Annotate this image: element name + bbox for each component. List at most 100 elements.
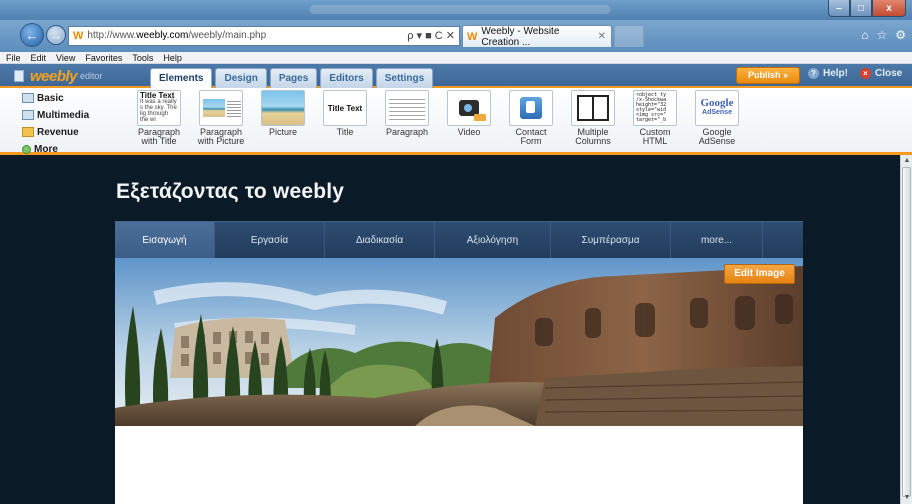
element-multiple-columns[interactable]: Multiple Columns: [562, 90, 624, 146]
tab-close-icon[interactable]: ✕: [598, 31, 606, 42]
scroll-down-icon[interactable]: ▼: [903, 494, 911, 502]
window-title-blurred: [310, 5, 610, 14]
weebly-editor-bar: weebly editor Elements Design Pages Edit…: [0, 64, 912, 89]
menu-edit[interactable]: Edit: [31, 53, 47, 63]
columns-icon: [577, 95, 609, 121]
element-picture[interactable]: Picture: [252, 90, 314, 146]
google-adsense-thumb: Google AdSense: [695, 90, 739, 126]
scroll-up-icon[interactable]: ▲: [903, 157, 911, 165]
thumb-body-text: It was a really s the sky. The lig throu…: [140, 99, 177, 123]
element-contact-form[interactable]: Contact Form: [500, 90, 562, 146]
element-label: Multiple Columns: [575, 127, 611, 146]
tab-title: Weebly - Website Creation ...: [481, 25, 560, 48]
help-button[interactable]: ? Help!: [808, 68, 848, 79]
more-icon: [22, 144, 31, 154]
close-icon: ×: [860, 68, 871, 79]
tab-elements[interactable]: Elements: [150, 68, 213, 89]
menu-favorites[interactable]: Favorites: [85, 53, 122, 63]
category-basic[interactable]: Basic: [22, 91, 89, 105]
logo-suffix: editor: [80, 71, 103, 81]
favorites-star-icon[interactable]: ☆: [876, 28, 887, 42]
window-controls: – □ x: [828, 0, 906, 17]
custom-html-thumb: <object ty /x-Shockwa height="32 style="…: [633, 90, 677, 126]
elements-palette: Basic Multimedia Revenue More Title Text…: [0, 88, 912, 155]
nav-item-procedure[interactable]: Διαδικασία: [325, 222, 435, 258]
settings-gear-icon[interactable]: ⚙: [895, 28, 906, 42]
element-label: Paragraph: [385, 127, 429, 137]
element-label: Contact Form: [515, 127, 547, 146]
address-bar[interactable]: W http://www.weebly.com/weebly/main.php …: [68, 26, 460, 46]
picture-thumb: [261, 90, 305, 126]
category-multimedia[interactable]: Multimedia: [22, 108, 89, 122]
nav-item-more[interactable]: more...: [671, 222, 763, 258]
element-paragraph-with-title[interactable]: Title Text It was a really s the sky. The…: [128, 90, 190, 146]
nav-item-conclusion[interactable]: Συμπέρασμα: [551, 222, 671, 258]
help-label: Help!: [823, 68, 848, 79]
picture-icon: [203, 99, 225, 117]
arrow-left-icon: ←: [25, 27, 39, 43]
edit-image-button[interactable]: Edit Image: [724, 264, 795, 284]
html-code-icon: <object ty /x-Shockwa height="32 style="…: [636, 92, 667, 123]
element-label: Custom HTML: [639, 127, 671, 146]
multiple-columns-thumb: [571, 90, 615, 126]
google-adsense-icon: Google AdSense: [700, 97, 734, 117]
tab-editors[interactable]: Editors: [320, 68, 373, 88]
close-editor-button[interactable]: × Close: [860, 68, 902, 79]
close-window-button[interactable]: x: [872, 0, 906, 17]
vertical-scrollbar[interactable]: ▲ ▼: [900, 155, 912, 504]
element-custom-html[interactable]: <object ty /x-Shockwa height="32 style="…: [624, 90, 686, 146]
editor-tabs: Elements Design Pages Editors Settings: [150, 68, 434, 89]
element-label: Title: [336, 127, 354, 137]
tab-settings[interactable]: Settings: [375, 68, 434, 88]
home-icon[interactable]: ⌂: [861, 28, 868, 42]
revenue-icon: [22, 127, 34, 137]
title-thumb: Title Text: [323, 90, 367, 126]
site-title[interactable]: Εξετάζοντας το weebly: [116, 180, 344, 204]
browser-right-icons: ⌂ ☆ ⚙: [861, 28, 906, 42]
element-items: Title Text It was a really s the sky. The…: [128, 90, 748, 146]
browser-tab-weebly[interactable]: W Weebly - Website Creation ... ✕: [462, 25, 612, 48]
weebly-logo: weebly editor: [14, 67, 103, 85]
menu-file[interactable]: File: [6, 53, 21, 63]
maximize-button[interactable]: □: [850, 0, 872, 17]
site-navigation: Εισαγωγή Εργασία Διαδικασία Αξιολόγηση Σ…: [115, 221, 803, 264]
logo-brand: weebly: [30, 67, 78, 85]
tab-favicon-icon: W: [467, 30, 478, 43]
nav-item-work[interactable]: Εργασία: [215, 222, 325, 258]
nav-item-intro[interactable]: Εισαγωγή: [115, 222, 215, 264]
forward-button[interactable]: →: [46, 25, 66, 45]
page-content-area[interactable]: [115, 426, 803, 504]
publish-button[interactable]: Publish »: [736, 67, 800, 84]
menu-view[interactable]: View: [56, 53, 75, 63]
element-label: Picture: [268, 127, 297, 137]
help-icon: ?: [808, 68, 819, 79]
contact-card-icon: [520, 97, 542, 119]
menu-help[interactable]: Help: [163, 53, 182, 63]
minimize-button[interactable]: –: [828, 0, 850, 17]
tab-pages[interactable]: Pages: [269, 68, 318, 88]
element-title[interactable]: Title Text Title: [314, 90, 376, 146]
element-paragraph[interactable]: Paragraph: [376, 90, 438, 146]
new-tab-button[interactable]: [614, 25, 644, 47]
address-tools-icons[interactable]: ρ ▾ ■ C ✕: [407, 27, 455, 45]
category-revenue[interactable]: Revenue: [22, 125, 89, 139]
address-url: http://www.weebly.com/weebly/main.php: [87, 30, 267, 41]
menu-tools[interactable]: Tools: [132, 53, 153, 63]
category-more[interactable]: More: [22, 142, 89, 156]
paragraph-with-picture-thumb: [199, 90, 243, 126]
element-label: Paragraph with Picture: [197, 127, 245, 146]
element-paragraph-with-picture[interactable]: Paragraph with Picture: [190, 90, 252, 146]
ruins-photo: [115, 258, 803, 426]
scroll-thumb[interactable]: [902, 167, 911, 497]
back-button[interactable]: ←: [20, 23, 44, 47]
header-image-rome-ruins[interactable]: [115, 258, 803, 426]
tab-design[interactable]: Design: [215, 68, 267, 88]
element-categories: Basic Multimedia Revenue More: [22, 91, 89, 156]
weebly-favicon-icon: W: [73, 30, 84, 42]
multimedia-icon: [22, 110, 34, 120]
basic-icon: [22, 93, 34, 103]
element-google-adsense[interactable]: Google AdSense Google AdSense: [686, 90, 748, 146]
element-video[interactable]: Video: [438, 90, 500, 146]
site-canvas: Εξετάζοντας το weebly Εισαγωγή Εργασία Δ…: [0, 158, 900, 504]
nav-item-evaluation[interactable]: Αξιολόγηση: [435, 222, 551, 258]
